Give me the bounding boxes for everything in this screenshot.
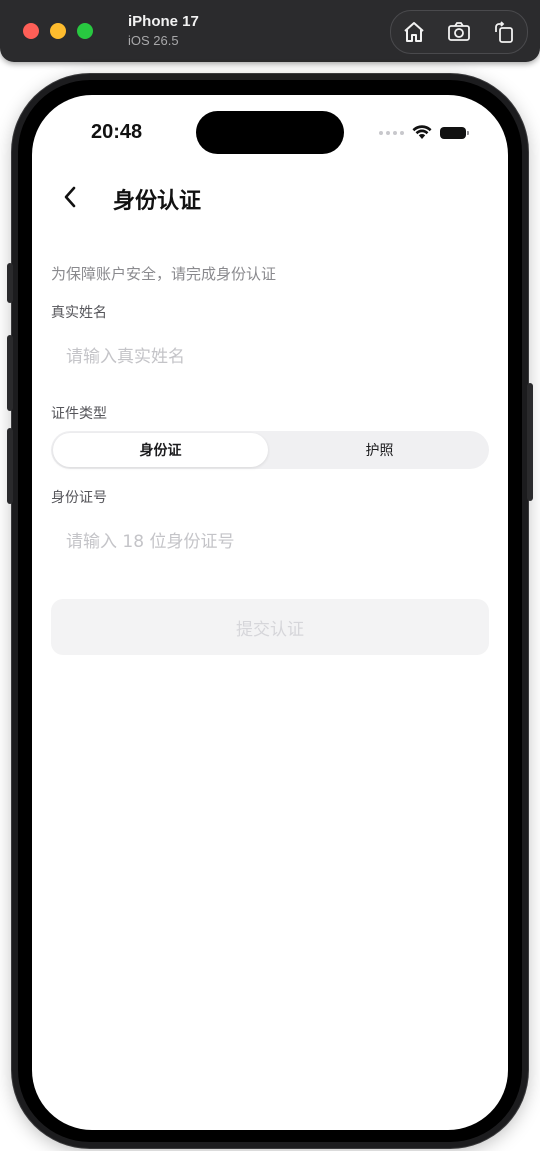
doc-type-label: 证件类型 [51,406,107,422]
simulator-window: iPhone 17 iOS 26.5 20:48 身份认证 为保障账户安全，请完… [0,0,540,1151]
wifi-icon [412,125,432,139]
home-button[interactable] [399,17,429,47]
os-version: iOS 26.5 [128,33,179,48]
power-button [527,383,533,501]
id-number-label: 身份证号 [51,490,107,506]
signal-icon [379,130,404,135]
security-hint: 为保障账户安全，请完成身份认证 [51,265,277,283]
rotate-icon [495,21,513,43]
rotate-button[interactable] [489,17,519,47]
chevron-left-icon [64,186,76,208]
status-time: 20:48 [91,121,143,143]
segment-passport[interactable]: 护照 [272,433,487,467]
id-number-input[interactable] [51,520,488,564]
simulator-toolbar [390,10,528,54]
minimize-window-button[interactable] [50,23,66,39]
zoom-window-button[interactable] [77,23,93,39]
segment-id-card[interactable]: 身份证 [53,433,268,467]
volume-up-button [7,335,13,411]
volume-down-button [7,428,13,504]
action-button [7,263,13,303]
phone-screen: 20:48 身份认证 为保障账户安全，请完成身份认证 真实姓名 证件类型 身份证 [32,95,508,1130]
name-input[interactable] [51,335,488,379]
status-icons [379,125,469,140]
name-label: 真实姓名 [51,305,107,321]
home-icon [404,22,424,42]
close-window-button[interactable] [23,23,39,39]
battery-icon [440,126,469,139]
device-name: iPhone 17 [128,13,199,30]
submit-button[interactable]: 提交认证 [51,599,489,655]
dynamic-island [196,111,344,154]
screenshot-button[interactable] [444,17,474,47]
screenshot-icon [448,22,470,41]
simulator-title-bar: iPhone 17 iOS 26.5 [0,0,540,62]
back-button[interactable] [56,183,84,211]
doc-type-segmented-control: 身份证 护照 [51,431,489,469]
page-title: 身份认证 [113,189,202,214]
